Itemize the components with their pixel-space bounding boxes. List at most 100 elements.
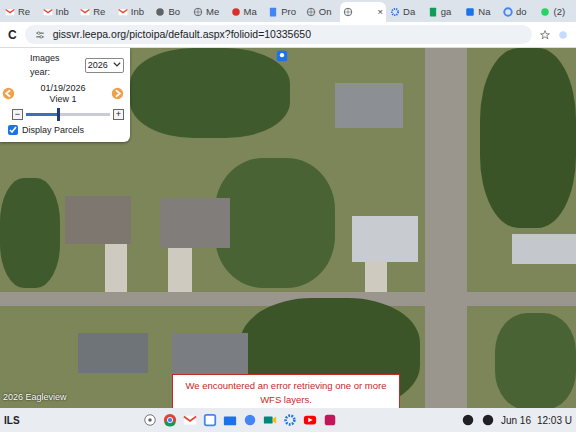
circle-icon	[155, 7, 165, 17]
browser-tab[interactable]: Re	[2, 2, 39, 22]
browser-tab[interactable]: Re	[77, 2, 114, 22]
shelf-date[interactable]: Jun 16	[501, 413, 531, 428]
tab-label[interactable]: On	[319, 5, 332, 19]
gmail-icon	[118, 7, 128, 17]
image-date: 01/19/2026	[40, 83, 85, 94]
files-icon[interactable]	[223, 413, 237, 427]
trees	[480, 48, 576, 228]
driveway	[365, 262, 387, 292]
road	[425, 48, 467, 408]
slider-fill	[26, 113, 58, 116]
doc-icon	[268, 7, 278, 17]
trees	[130, 48, 290, 138]
slider-track[interactable]	[26, 113, 110, 116]
site-settings-icon	[35, 30, 45, 40]
tab-strip: Re Inb Re Inb Bo Me Ma Pro On × Da ga Na do (2)	[0, 0, 576, 22]
settings-icon[interactable]	[283, 413, 297, 427]
browser-tab[interactable]: Inb	[40, 2, 77, 22]
reload-button[interactable]: C	[8, 26, 17, 44]
house	[512, 234, 576, 264]
next-arrow-icon[interactable]	[111, 87, 124, 100]
tab-label[interactable]: Inb	[131, 5, 144, 19]
date-block: 01/19/2026View 1	[40, 83, 85, 105]
gmail-icon[interactable]	[183, 413, 197, 427]
browser-window: Re Inb Re Inb Bo Me Ma Pro On × Da ga Na do (2) Cgissvr…	[0, 0, 576, 432]
slider-thumb[interactable]	[57, 108, 60, 121]
error-message: We encountered an error retrieving one o…	[172, 374, 400, 408]
year-select[interactable]: 2026	[85, 58, 124, 74]
dropdown-arrow-icon	[112, 59, 122, 69]
url-text[interactable]: gissvr.leepa.org/pictoipa/default.aspx?f…	[53, 27, 311, 43]
tab-label[interactable]: Re	[18, 5, 30, 19]
previous-arrow-icon[interactable]	[2, 87, 15, 100]
chat-icon[interactable]	[243, 413, 257, 427]
tab-label[interactable]: Re	[93, 5, 105, 19]
parcels-checkbox[interactable]	[8, 125, 18, 135]
house	[160, 198, 230, 248]
house	[335, 83, 403, 128]
zoom-slider: −+	[12, 109, 124, 120]
browser-tab[interactable]: Ma	[228, 2, 265, 22]
parcels-row[interactable]: Display Parcels	[8, 124, 124, 138]
date-row: 01/19/2026View 1	[2, 83, 124, 105]
browser-tab[interactable]: Da	[387, 2, 424, 22]
globe-icon	[193, 7, 203, 17]
sheet-icon	[428, 7, 438, 17]
year-value[interactable]: 2026	[88, 59, 108, 73]
browser-tab[interactable]: Inb	[115, 2, 152, 22]
gmail-icon	[5, 7, 15, 17]
app-icon[interactable]	[323, 413, 337, 427]
profile-icon	[558, 30, 568, 40]
address-bar: Cgissvr.leepa.org/pictoipa/default.aspx?…	[0, 22, 576, 48]
location-pin-icon	[276, 50, 288, 62]
house	[78, 333, 148, 373]
browser-tab[interactable]: On	[303, 2, 340, 22]
calendar-icon[interactable]	[203, 413, 217, 427]
browser-tab[interactable]: do	[500, 2, 537, 22]
tab-label[interactable]: Bo	[168, 5, 180, 19]
zoom-in-button[interactable]: +	[113, 109, 124, 120]
gmail-icon	[43, 7, 53, 17]
browser-tab[interactable]: (2)	[537, 2, 574, 22]
youtube-icon[interactable]	[303, 413, 317, 427]
browser-tab[interactable]: Me	[190, 2, 227, 22]
house	[352, 216, 418, 262]
star-icon	[540, 30, 550, 40]
driveway	[105, 244, 127, 292]
globe-icon	[306, 7, 316, 17]
close-tab-button[interactable]: ×	[378, 5, 384, 19]
browser-tab[interactable]: ×	[340, 2, 386, 22]
trees	[495, 313, 576, 408]
trees	[215, 158, 335, 288]
tray-icon	[481, 413, 495, 427]
year-row: Images year:2026	[30, 52, 124, 79]
meet-icon[interactable]	[263, 413, 277, 427]
browser-tab[interactable]: ga	[425, 2, 462, 22]
browser-tab[interactable]: Pro	[265, 2, 302, 22]
globe-icon	[343, 7, 353, 17]
imagery-panel: Images year:202601/19/2026View 1−+Displa…	[0, 48, 130, 142]
tab-label[interactable]: (2)	[553, 5, 565, 19]
tab-label[interactable]: ga	[441, 5, 452, 19]
tab-label[interactable]: Me	[206, 5, 219, 19]
browser-tab[interactable]: Bo	[152, 2, 189, 22]
launcher-icon[interactable]	[143, 413, 157, 427]
tab-label[interactable]: Da	[403, 5, 415, 19]
aerial-map[interactable]: Images year:202601/19/2026View 1−+Displa…	[0, 48, 576, 408]
tab-label[interactable]: Pro	[281, 5, 296, 19]
tab-label[interactable]: do	[516, 5, 527, 19]
zoom-out-button[interactable]: −	[12, 109, 23, 120]
tab-label[interactable]: Inb	[56, 5, 69, 19]
house	[65, 196, 131, 244]
tab-label[interactable]: Na	[478, 5, 490, 19]
driveway	[168, 248, 192, 292]
chrome-icon[interactable]	[163, 413, 177, 427]
copyright: 2026 Eagleview	[3, 391, 67, 405]
browser-tab[interactable]: Na	[462, 2, 499, 22]
shelf-time[interactable]: 12:03 U	[537, 413, 572, 428]
url-field[interactable]: gissvr.leepa.org/pictoipa/default.aspx?f…	[25, 25, 532, 45]
view-label: View 1	[40, 94, 85, 105]
tab-label[interactable]: Ma	[244, 5, 257, 19]
whatsapp-icon	[540, 7, 550, 17]
parcels-label[interactable]: Display Parcels	[22, 124, 84, 138]
